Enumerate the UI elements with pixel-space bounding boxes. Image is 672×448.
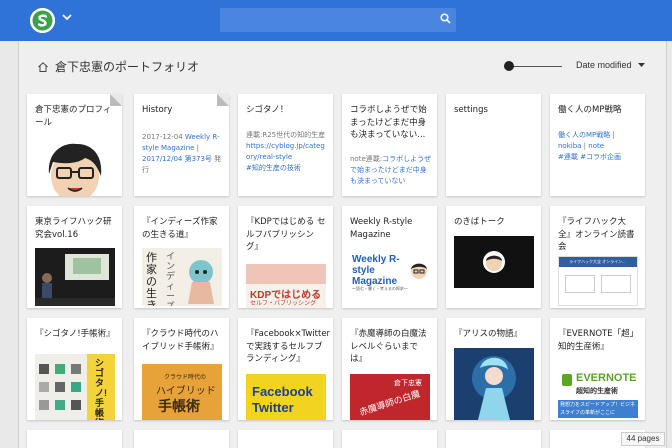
page-card[interactable]: 『シゴタノ!手帳術』 シゴタノ!手帳術 bbox=[27, 318, 122, 420]
breadcrumb: 倉下忠憲のポートフォリオ bbox=[37, 58, 199, 75]
page-card[interactable]: settings bbox=[446, 94, 541, 196]
page-card[interactable] bbox=[342, 430, 437, 448]
card-title: 『KDPではじめる セルフパブリッシング』 bbox=[246, 217, 326, 252]
page-card[interactable] bbox=[27, 430, 122, 448]
page-card[interactable]: 『アリスの物語』 bbox=[446, 318, 541, 420]
card-thumbnail bbox=[35, 248, 115, 306]
page-card[interactable]: 『ライフハック大全』オンライン読書会 ライフハック大全 オンライン... bbox=[550, 206, 645, 308]
page-card[interactable]: 『EVERNOTE「超」知的生産術』 EVERNOTE 超知的生産術 発想力をス… bbox=[550, 318, 645, 420]
card-title: 『インディーズ作家の生きる道』 bbox=[142, 217, 218, 240]
card-tag[interactable]: #連載 #コラボ企画 bbox=[558, 153, 621, 161]
zoom-slider[interactable] bbox=[504, 61, 562, 71]
page-card[interactable]: シゴタノ！ 連載:R25世代の知的生産 https://cyblog.jp/ca… bbox=[238, 94, 333, 196]
card-title: のきばトーク bbox=[454, 217, 505, 227]
card-thumbnail: 倉下忠憲 赤魔導師の白魔 bbox=[350, 374, 430, 420]
card-title: 『クラウド時代のハイブリッド手帳術』 bbox=[142, 329, 219, 352]
card-thumbnail: Weekly R-style Magazine 〜読む・書く・考えるの探求〜 bbox=[350, 250, 430, 296]
zoom-slider-handle[interactable] bbox=[504, 61, 514, 71]
page-card[interactable]: のきばトーク bbox=[446, 206, 541, 308]
card-title: 『EVERNOTE「超」知的生産術』 bbox=[558, 329, 634, 352]
card-title: 『アリスの物語』 bbox=[454, 329, 523, 339]
sort-dropdown[interactable]: Date modified bbox=[576, 60, 645, 70]
page-card[interactable]: 『インディーズ作家の生きる道』 作家の生きる道 インディーズ bbox=[134, 206, 229, 308]
page-card[interactable] bbox=[238, 430, 333, 448]
card-title: 『ライフハック大全』オンライン読書会 bbox=[558, 217, 635, 252]
page-count-badge: 44 pages bbox=[621, 432, 665, 446]
card-thumbnail: Facebook Twitter bbox=[246, 374, 326, 420]
card-thumbnail: EVERNOTE 超知的生産術 発想力をスピードアップ！ビジネスライフの革新がこ… bbox=[558, 368, 638, 418]
card-thumbnail bbox=[454, 236, 534, 288]
card-link[interactable]: note bbox=[588, 142, 604, 150]
card-title: 『Facebook×Twitterで実践するセルフブランディング』 bbox=[246, 329, 331, 364]
page-card[interactable] bbox=[134, 430, 229, 448]
card-thumbnail: シゴタノ!手帳術 bbox=[35, 354, 115, 420]
card-thumbnail: KDPではじめる セルフ・パブリッシング bbox=[246, 264, 326, 308]
card-thumbnail bbox=[454, 348, 534, 420]
card-meta: note連載:コラボしようぜで始まったけどまだ中身も決まっていない bbox=[350, 155, 432, 185]
card-title: settings bbox=[454, 105, 488, 115]
card-thumbnail: 作家の生きる道 インディーズ bbox=[142, 248, 222, 306]
page-card[interactable]: 『赤魔導師の白魔法レベルぐらいまでは』 倉下忠憲 赤魔導師の白魔 bbox=[342, 318, 437, 420]
page-title: 倉下忠憲のポートフォリオ bbox=[55, 60, 200, 74]
evernote-icon bbox=[562, 374, 572, 386]
card-meta: 2017-12-04 Weekly R-style Magazine | 201… bbox=[142, 133, 222, 174]
card-link[interactable]: nokiba bbox=[558, 142, 581, 150]
avatar bbox=[35, 136, 115, 196]
card-title: Weekly R-style Magazine bbox=[350, 217, 413, 240]
card-meta: 連載:R25世代の知的生産 https://cyblog.jp/category… bbox=[246, 130, 328, 174]
chevron-down-icon[interactable] bbox=[62, 13, 72, 21]
page-card[interactable] bbox=[446, 430, 541, 448]
page-card[interactable]: 働く人のMP戦略 働く人のMP戦略 | nokiba | note #連載 #コ… bbox=[550, 94, 645, 196]
card-title: 東京ライフハック研究会vol.16 bbox=[35, 217, 112, 240]
page-card[interactable]: 東京ライフハック研究会vol.16 bbox=[27, 206, 122, 308]
app-logo-icon[interactable] bbox=[30, 8, 55, 33]
card-title: 働く人のMP戦略 bbox=[558, 105, 622, 115]
card-title: 『シゴタノ!手帳術』 bbox=[35, 329, 115, 339]
search-input[interactable] bbox=[220, 8, 456, 32]
card-thumbnail: クラウド時代の ハイブリッド 手帳術 bbox=[142, 364, 222, 420]
card-tag[interactable]: #知的生産の技術 bbox=[246, 163, 328, 174]
home-icon[interactable] bbox=[37, 61, 49, 73]
card-title: 『赤魔導師の白魔法レベルぐらいまでは』 bbox=[350, 329, 427, 364]
page-card[interactable]: 『クラウド時代のハイブリッド手帳術』 クラウド時代の ハイブリッド 手帳術 bbox=[134, 318, 229, 420]
card-title: シゴタノ！ bbox=[246, 105, 289, 115]
search-icon[interactable] bbox=[440, 13, 451, 24]
card-meta: 働く人のMP戦略 | nokiba | note #連載 #コラボ企画 bbox=[558, 131, 621, 161]
card-title: History bbox=[142, 105, 173, 115]
page-card[interactable]: Weekly R-style Magazine Weekly R-style M… bbox=[342, 206, 437, 308]
sort-label: Date modified bbox=[576, 60, 632, 70]
card-link[interactable]: https://cyblog.jp/category/real-style bbox=[246, 141, 328, 163]
caret-down-icon bbox=[637, 62, 645, 67]
page-card[interactable]: History 2017-12-04 Weekly R-style Magazi… bbox=[134, 94, 229, 196]
page-card[interactable]: コラボしようぜで始まったけどまだ中身も決まっていない... note連載:コラボ… bbox=[342, 94, 437, 196]
card-link[interactable]: 働く人のMP戦略 bbox=[558, 131, 610, 139]
page-card[interactable]: 『Facebook×Twitterで実践するセルフブランディング』 Facebo… bbox=[238, 318, 333, 420]
card-title: コラボしようぜで始まったけどまだ中身も決まっていない... bbox=[350, 105, 427, 140]
card-thumbnail: ライフハック大全 オンライン... bbox=[558, 256, 638, 306]
card-title: 倉下忠憲のプロフィール bbox=[35, 105, 112, 128]
page-card[interactable]: 倉下忠憲のプロフィール bbox=[27, 94, 122, 196]
card-link[interactable]: 2017/12/04 第373号 bbox=[142, 155, 212, 163]
page-card[interactable]: 『KDPではじめる セルフパブリッシング』 KDPではじめる セルフ・パブリッシ… bbox=[238, 206, 333, 308]
